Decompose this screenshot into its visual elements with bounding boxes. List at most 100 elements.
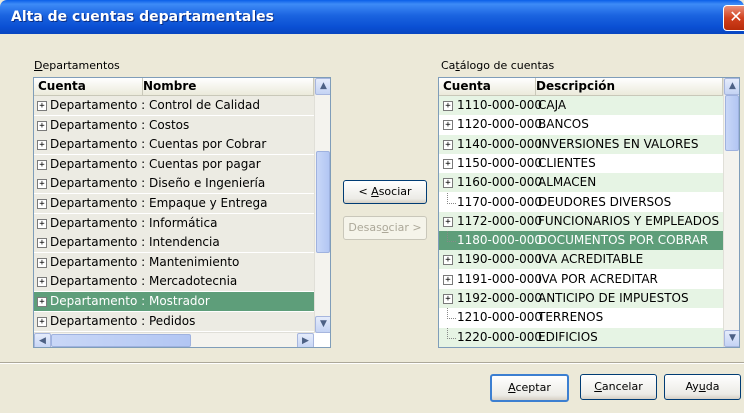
close-button[interactable]: ✕ xyxy=(723,5,744,31)
account-code: 1160-000-000 xyxy=(457,175,543,190)
expand-plus-icon[interactable]: + xyxy=(37,218,47,229)
departamentos-header: Cuenta Nombre xyxy=(34,78,314,96)
table-row[interactable]: +1190-000-000 IVA ACREDITABLE xyxy=(439,250,723,270)
table-row[interactable]: +1192-000-000 ANTICIPO DE IMPUESTOS xyxy=(439,289,723,308)
list-item[interactable]: + Departamento : Cuentas por pagar xyxy=(34,154,314,174)
list-item[interactable]: + Departamento : Mostrador xyxy=(34,292,314,311)
account-description: FUNCIONARIOS Y EMPLEADOS xyxy=(538,213,720,228)
account-description: ANTICIPO DE IMPUESTOS xyxy=(538,291,689,305)
desasociar-button[interactable]: Desasociar > xyxy=(343,216,427,240)
hscroll-thumb[interactable] xyxy=(51,334,191,347)
cancelar-button[interactable]: Cancelar xyxy=(580,374,657,400)
account-description: DEUDORES DIVERSOS xyxy=(538,194,672,209)
aceptar-button[interactable]: Aceptar xyxy=(490,374,569,402)
account-description: EQUIPO DE TRANSPORTE xyxy=(538,347,688,348)
column-cuenta[interactable]: Cuenta xyxy=(439,78,536,95)
list-item[interactable]: + Departamento : Mercadotecnia xyxy=(34,272,314,292)
tree-line xyxy=(447,327,456,339)
table-row[interactable]: +1150-000-000 CLIENTES xyxy=(439,153,723,173)
account-description: IVA POR ACREDITAR xyxy=(538,271,658,286)
list-item[interactable]: + Departamento : Intendencia xyxy=(34,233,314,253)
account-description: DOCUMENTOS POR COBRAR xyxy=(538,233,709,248)
table-row[interactable]: 1180-000-000 DOCUMENTOS POR COBRAR xyxy=(439,231,723,251)
column-nombre[interactable]: Nombre xyxy=(139,78,314,95)
list-item[interactable]: + Departamento : Diseño e Ingeniería xyxy=(34,174,314,194)
list-item[interactable]: + Departamento : Cuentas por Cobrar xyxy=(34,135,314,155)
account-code: 1190-000-000 xyxy=(457,252,543,267)
list-item[interactable]: + Departamento : Mantenimiento xyxy=(34,252,314,272)
expand-plus-icon[interactable]: + xyxy=(443,139,453,150)
expand-plus-icon[interactable]: + xyxy=(37,159,47,170)
expand-plus-icon[interactable]: + xyxy=(37,316,47,327)
expand-plus-icon[interactable]: + xyxy=(443,178,453,189)
expand-plus-icon[interactable]: + xyxy=(443,120,453,131)
list-item-label: Departamento : Mantenimiento xyxy=(50,254,240,269)
expand-plus-icon[interactable]: + xyxy=(37,179,47,190)
expand-plus-icon[interactable]: + xyxy=(443,255,453,266)
account-code: 1191-000-000 xyxy=(457,271,543,286)
table-row[interactable]: +1140-000-000 INVERSIONES EN VALORES xyxy=(439,134,723,154)
expand-plus-icon[interactable]: + xyxy=(37,277,47,288)
expand-plus-icon[interactable]: + xyxy=(37,101,47,111)
expand-plus-icon[interactable]: + xyxy=(37,120,47,131)
table-row[interactable]: +1160-000-000 ALMACEN xyxy=(439,173,723,193)
list-item-label: Departamento : Cuentas por pagar xyxy=(50,156,261,171)
scroll-up-icon[interactable]: ▲ xyxy=(724,78,739,95)
account-code: 1210-000-000 xyxy=(457,310,543,325)
scroll-up-icon[interactable]: ▲ xyxy=(315,78,330,95)
scroll-thumb[interactable] xyxy=(725,95,739,151)
column-cuenta[interactable]: Cuenta xyxy=(34,78,143,95)
dialog-window: Alta de cuentas departamentales ✕ Depart… xyxy=(0,0,744,413)
expand-plus-icon[interactable]: + xyxy=(443,294,453,304)
account-description: ALMACEN xyxy=(538,175,597,190)
expand-plus-icon[interactable]: + xyxy=(443,158,453,169)
departamentos-hscroll[interactable]: ◀ ▶ xyxy=(34,332,314,347)
list-item[interactable]: + Departamento : Costos xyxy=(34,115,314,135)
table-row[interactable]: 1210-000-000 TERRENOS xyxy=(439,308,723,328)
departamentos-label: Departamentos xyxy=(34,59,120,72)
scroll-thumb[interactable] xyxy=(316,151,330,253)
list-item-label: Departamento : Empaque y Entrega xyxy=(50,196,268,210)
list-item[interactable]: + Departamento : Pedidos xyxy=(34,311,314,331)
expand-plus-icon[interactable]: + xyxy=(37,199,47,209)
account-description: EDIFICIOS xyxy=(538,329,598,344)
table-row[interactable]: +1110-000-000 CAJA xyxy=(439,96,723,115)
departamentos-list[interactable]: Cuenta Nombre + Departamento : Control de… xyxy=(33,77,331,348)
account-code: 1230-000-000 xyxy=(457,347,542,348)
expand-plus-icon[interactable]: + xyxy=(443,216,453,227)
scroll-left-icon[interactable]: ◀ xyxy=(34,333,51,347)
title-bar[interactable]: Alta de cuentas departamentales ✕ xyxy=(0,0,744,34)
asociar-button[interactable]: < Asociar xyxy=(343,180,427,204)
table-row[interactable]: +1191-000-000 IVA POR ACREDITAR xyxy=(439,269,723,289)
scroll-down-icon[interactable]: ▼ xyxy=(315,316,330,333)
table-row[interactable]: +1120-000-000 BANCOS xyxy=(439,115,723,135)
list-item[interactable]: + Departamento : Empaque y Entrega xyxy=(34,194,314,213)
list-item[interactable]: + Departamento : Informática xyxy=(34,213,314,233)
account-code: 1120-000-000 xyxy=(457,117,543,132)
account-description: CAJA xyxy=(538,98,567,112)
list-item[interactable]: + Departamento : Control de Calidad xyxy=(34,96,314,115)
ayuda-button[interactable]: Ayuda xyxy=(664,374,741,400)
expand-plus-icon[interactable]: + xyxy=(443,274,453,285)
expand-plus-icon[interactable]: + xyxy=(37,140,47,151)
account-description: INVERSIONES EN VALORES xyxy=(538,136,699,151)
table-row[interactable]: 1230-000-000EQUIPO DE TRANSPORTE xyxy=(439,346,723,348)
catalogo-vscroll[interactable]: ▲ ▼ xyxy=(723,78,739,347)
expand-plus-icon[interactable]: + xyxy=(443,101,453,111)
departamentos-vscroll[interactable]: ▲ ▼ xyxy=(314,78,330,333)
table-row[interactable]: 1170-000-000 DEUDORES DIVERSOS xyxy=(439,192,723,212)
expand-plus-icon[interactable]: + xyxy=(37,238,47,249)
account-code: 1220-000-000 xyxy=(457,329,543,344)
list-item-label: Departamento : Control de Calidad xyxy=(50,98,260,112)
expand-plus-icon[interactable]: + xyxy=(37,257,47,268)
scroll-right-icon[interactable]: ▶ xyxy=(297,333,314,347)
table-row[interactable]: 1220-000-000 EDIFICIOS xyxy=(439,327,723,347)
account-code: 1170-000-000 xyxy=(457,194,543,209)
catalogo-header: Cuenta Descripción xyxy=(439,78,723,96)
column-descripcion[interactable]: Descripción xyxy=(532,78,723,95)
table-row[interactable]: +1172-000-000 FUNCIONARIOS Y EMPLEADOS xyxy=(439,211,723,231)
expand-plus-icon[interactable]: + xyxy=(37,297,47,307)
tree-line xyxy=(447,231,456,243)
scroll-down-icon[interactable]: ▼ xyxy=(724,330,739,347)
catalogo-list[interactable]: Cuenta Descripción +1110-000-000 CAJA +112… xyxy=(438,77,740,348)
